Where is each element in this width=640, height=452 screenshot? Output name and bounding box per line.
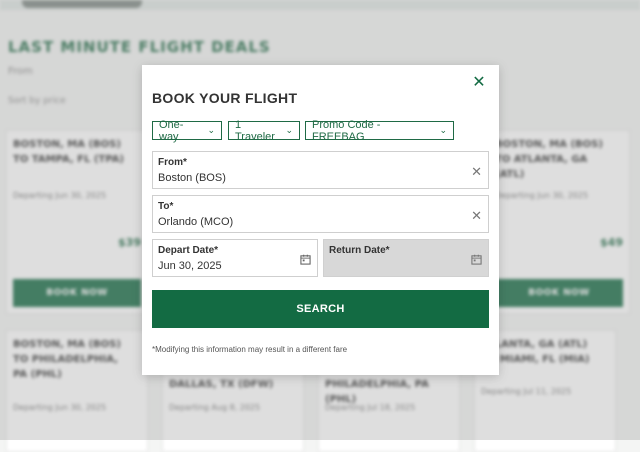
chevron-down-icon: ⌄ <box>285 125 293 135</box>
trip-type-select[interactable]: One-way ⌄ <box>152 118 222 143</box>
travelers-value: 1 Traveler <box>235 118 275 143</box>
return-date-label: Return Date* <box>329 245 390 256</box>
clear-from-icon[interactable]: ✕ <box>471 164 482 180</box>
promo-code-value: Promo Code - FREEBAG <box>312 118 381 143</box>
return-date-field[interactable]: Return Date* <box>323 239 489 277</box>
depart-date-value: Jun 30, 2025 <box>158 260 222 272</box>
close-icon[interactable]: ✕ <box>471 74 487 90</box>
promo-code-select[interactable]: Promo Code - FREEBAG ⌄ <box>305 118 454 143</box>
to-label: To* <box>158 201 174 212</box>
travelers-select[interactable]: 1 Traveler ⌄ <box>228 118 300 143</box>
search-button[interactable]: SEARCH <box>152 290 489 328</box>
depart-date-field[interactable]: Depart Date* Jun 30, 2025 <box>152 239 318 277</box>
from-field[interactable]: From* Boston (BOS) ✕ <box>152 151 489 189</box>
clear-to-icon[interactable]: ✕ <box>471 208 482 224</box>
chevron-down-icon: ⌄ <box>439 125 447 135</box>
from-value: Boston (BOS) <box>158 172 226 184</box>
to-value: Orlando (MCO) <box>158 216 234 228</box>
calendar-icon[interactable] <box>471 254 482 265</box>
fare-disclaimer: *Modifying this information may result i… <box>152 345 348 354</box>
trip-type-value: One-way <box>159 118 184 143</box>
to-field[interactable]: To* Orlando (MCO) ✕ <box>152 195 489 233</box>
from-label: From* <box>158 157 187 168</box>
book-flight-modal: ✕ BOOK YOUR FLIGHT One-way ⌄ 1 Traveler … <box>142 65 499 375</box>
calendar-icon[interactable] <box>300 254 311 265</box>
chevron-down-icon: ⌄ <box>207 125 215 135</box>
modal-title: BOOK YOUR FLIGHT <box>152 90 298 106</box>
depart-date-label: Depart Date* <box>158 245 219 256</box>
